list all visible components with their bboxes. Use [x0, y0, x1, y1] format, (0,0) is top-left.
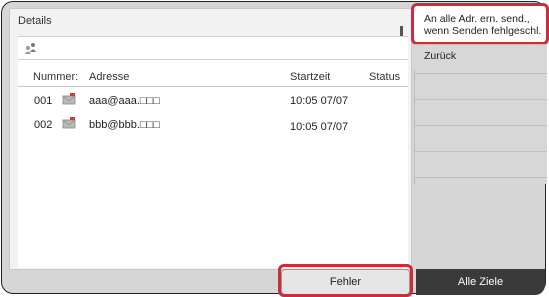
menu-empty-item [415, 99, 547, 125]
toolbar-row [18, 36, 408, 60]
email-icon [62, 117, 76, 129]
menu-empty-item [415, 125, 547, 151]
row-number: 002 [34, 119, 53, 131]
row-start-time: 10:05 07/07 [290, 95, 349, 107]
highlight-resend-all [411, 3, 549, 45]
col-header-status: Status [369, 71, 401, 83]
row-number: 001 [34, 95, 53, 107]
col-header-address: Adresse [89, 71, 130, 83]
all-targets-button[interactable]: Alle Ziele [416, 269, 545, 295]
col-header-start: Startzeit [290, 71, 331, 83]
row-start-time: 10:05 07/07 [290, 121, 349, 133]
menu-item-back[interactable]: Zurück [414, 44, 546, 70]
menu-empty-item [415, 151, 547, 177]
header-divider [18, 86, 408, 87]
panel-title: Details [18, 15, 52, 27]
address-table [18, 60, 408, 268]
menu-empty-item [415, 177, 547, 184]
highlight-error-button [278, 264, 413, 297]
email-icon [62, 93, 76, 105]
col-header-number: Nummer: [33, 71, 79, 83]
row-address: bbb@bbb.□□□ [89, 119, 160, 131]
row-address: aaa@aaa.□□□ [89, 95, 160, 107]
group-send-icon [25, 43, 36, 54]
menu-item-label: Zurück [424, 50, 457, 62]
scroll-indicator [400, 26, 403, 36]
menu-empty-item [415, 73, 547, 99]
